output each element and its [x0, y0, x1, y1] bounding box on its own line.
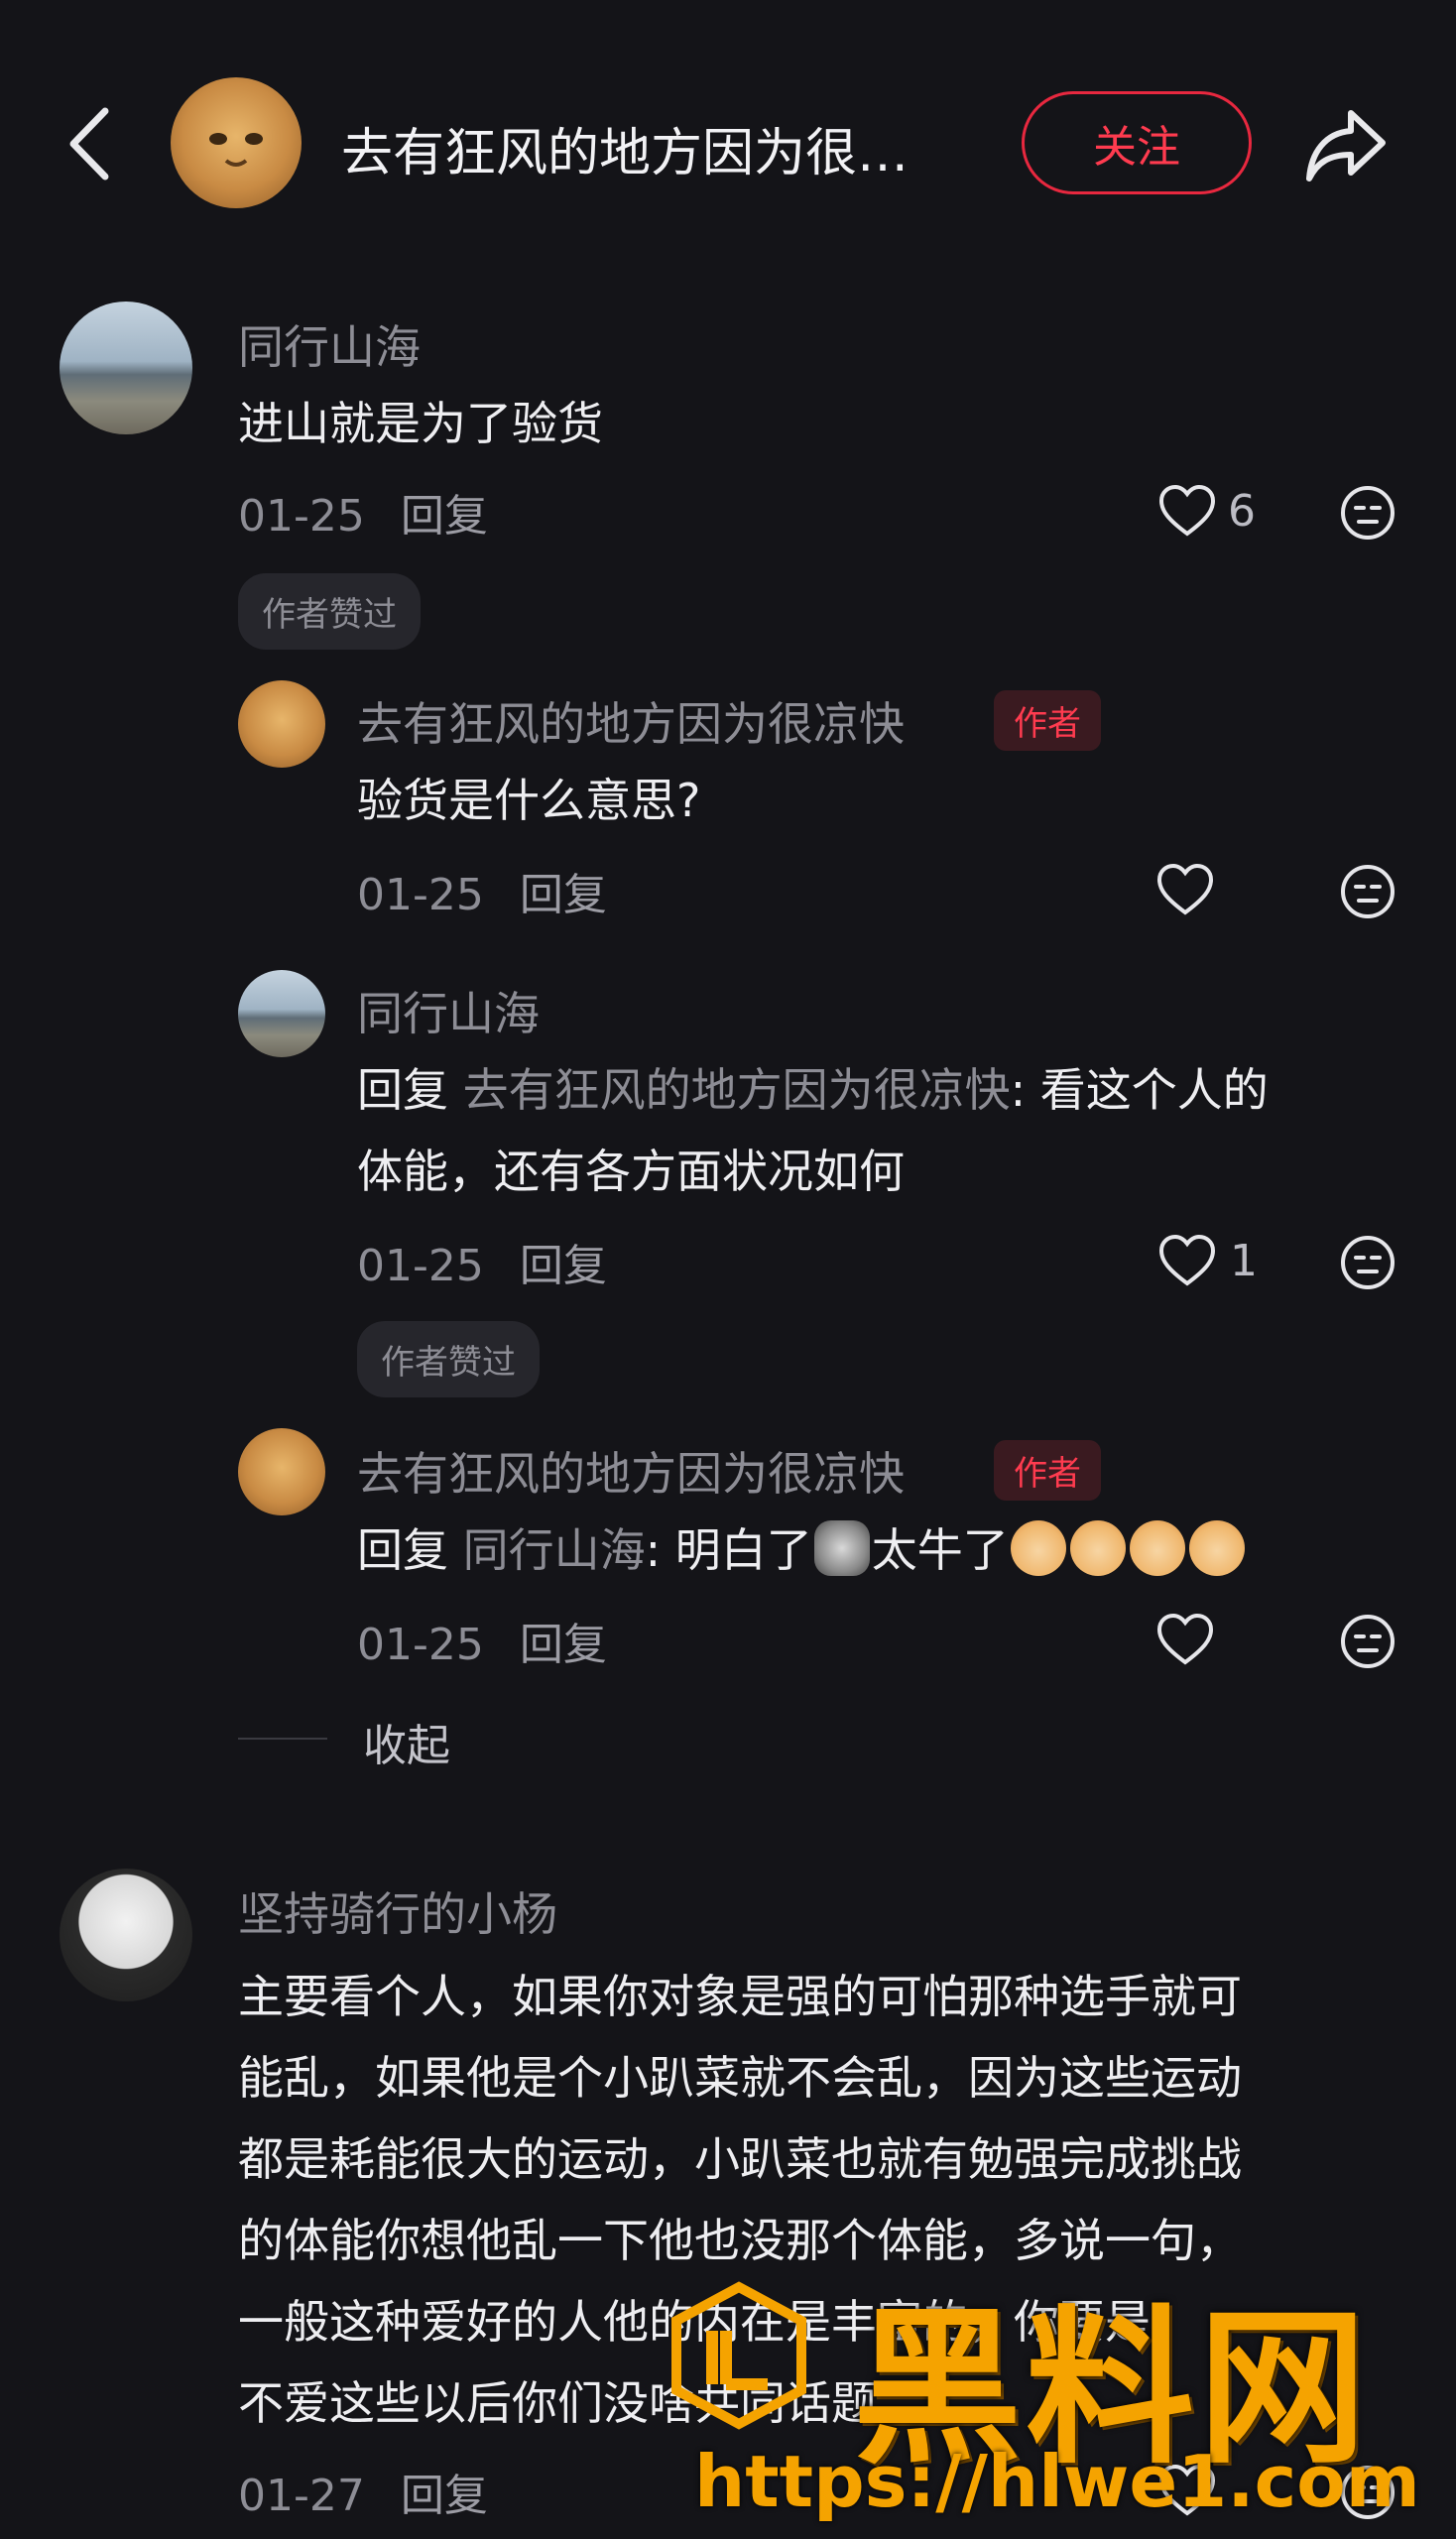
comment-text: 验货是什么意思?	[357, 774, 701, 827]
dislike-face-icon[interactable]	[1339, 2464, 1396, 2521]
reply-button[interactable]: 回复	[401, 2471, 488, 2521]
avatar[interactable]	[60, 302, 192, 434]
comment-text-line2: 体能，还有各方面状况如何	[357, 1145, 905, 1198]
heart-icon[interactable]	[1156, 1613, 1214, 1666]
comment-text-line1: : 看这个人的	[1010, 1063, 1269, 1117]
watermark-url: https://hlwe1.com	[694, 2440, 1420, 2523]
back-chevron-icon[interactable]	[61, 99, 117, 188]
comment-text: 进山就是为了验货	[238, 397, 603, 450]
comment-text: 回复 同行山海: 明白了 太牛了	[357, 1510, 1247, 1591]
dog-emoji-icon	[1188, 1520, 1245, 1576]
reply-prefix: 回复	[357, 1063, 448, 1117]
comment-meta: 01-25 回复	[357, 859, 607, 922]
heart-icon[interactable]	[1158, 484, 1216, 538]
comment-date: 01-27	[238, 2471, 365, 2521]
heart-icon[interactable]	[1158, 1234, 1216, 1287]
dislike-face-icon[interactable]	[1339, 484, 1396, 542]
comment-text-b: 太牛了	[871, 1523, 1009, 1577]
author-badge: 作者	[994, 1440, 1101, 1501]
comment-date: 01-25	[357, 1620, 484, 1670]
dislike-face-icon[interactable]	[1339, 1613, 1396, 1670]
avatar[interactable]	[60, 1869, 192, 2001]
reply-to-user[interactable]: 去有狂风的地方因为很凉快	[463, 1063, 1011, 1117]
comment-meta: 01-25 回复	[357, 1230, 607, 1293]
comment-text: 回复 去有狂风的地方因为很凉快: 看这个人的	[357, 1049, 1269, 1131]
reply-to-user[interactable]: 同行山海	[463, 1523, 646, 1577]
comment-text-line: 一般这种爱好的人他的内在是丰富的，你要是	[238, 2295, 1151, 2349]
author-badge: 作者	[994, 690, 1101, 751]
comment-author[interactable]: 去有狂风的地方因为很凉快	[357, 688, 905, 754]
comment-text-line: 能乱，如果他是个小趴菜就不会乱，因为这些运动	[238, 2051, 1242, 2105]
comment-meta: 01-25 回复	[357, 1609, 607, 1672]
avatar[interactable]	[238, 680, 325, 768]
comment-author[interactable]: 同行山海	[238, 311, 421, 377]
comment-date: 01-25	[357, 1241, 484, 1291]
page-title: 去有狂风的地方因为很凉快	[341, 124, 956, 183]
heart-icon[interactable]	[1158, 2464, 1216, 2517]
dislike-face-icon[interactable]	[1339, 863, 1396, 920]
comment-text-line: 不爱这些以后你们没啥共同话题	[238, 2376, 877, 2430]
comment-text-line: 的体能你想他乱一下他也没那个体能，多说一句，	[238, 2214, 1242, 2267]
reply-button[interactable]: 回复	[401, 491, 488, 542]
dislike-face-icon[interactable]	[1339, 1234, 1396, 1291]
heart-icon[interactable]	[1156, 863, 1214, 916]
reply-button[interactable]: 回复	[520, 1241, 607, 1291]
avatar[interactable]	[238, 970, 325, 1057]
comment-meta: 01-25 回复	[238, 480, 488, 544]
collapse-button[interactable]: 收起	[363, 1710, 450, 1773]
dog-emoji-icon	[1129, 1520, 1185, 1576]
dog-emoji-icon	[1010, 1520, 1066, 1576]
comment-text-a: : 明白了	[645, 1523, 812, 1577]
follow-button[interactable]: 关注	[1022, 91, 1252, 194]
share-arrow-icon[interactable]	[1301, 99, 1391, 188]
comment-text-line: 主要看个人，如果你对象是强的可怕那种选手就可	[238, 1970, 1242, 2023]
collapse-divider	[238, 1738, 327, 1740]
like-count: 1	[1230, 1236, 1258, 1286]
author-avatar[interactable]	[171, 77, 302, 208]
dog-emoji-icon	[1069, 1520, 1126, 1576]
comment-text-line: 都是耗能很大的运动，小趴菜也就有勉强完成挑战	[238, 2132, 1242, 2186]
comment-date: 01-25	[357, 870, 484, 920]
comment-author[interactable]: 去有狂风的地方因为很凉快	[357, 1438, 905, 1504]
cat-emoji-icon	[813, 1520, 870, 1576]
reply-button[interactable]: 回复	[520, 1620, 607, 1670]
comment-author[interactable]: 坚持骑行的小杨	[238, 1878, 557, 1944]
author-liked-badge: 作者赞过	[238, 573, 421, 650]
like-count: 6	[1228, 486, 1256, 537]
comment-date: 01-25	[238, 491, 365, 542]
reply-prefix: 回复	[357, 1523, 448, 1577]
reply-button[interactable]: 回复	[520, 870, 607, 920]
comment-meta: 01-27 回复	[238, 2460, 488, 2523]
comment-author[interactable]: 同行山海	[357, 978, 540, 1043]
author-liked-badge: 作者赞过	[357, 1321, 540, 1397]
avatar[interactable]	[238, 1428, 325, 1515]
